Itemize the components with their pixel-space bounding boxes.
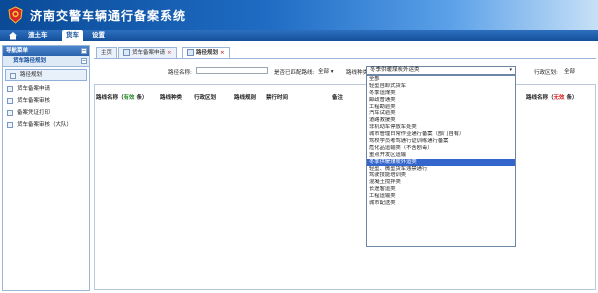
sidebar-item-certificate-print[interactable]: 备案凭证打印: [3, 107, 89, 119]
col-type[interactable]: 路线种类: [160, 93, 182, 101]
col-district[interactable]: 行政区划: [194, 93, 216, 101]
col-route-name-invalid[interactable]: 路线名称（无效 条）: [526, 93, 577, 101]
sidebar-section-label: 货车路径规划: [13, 58, 47, 64]
dropdown-option[interactable]: 轻型、微型货车违禁通行: [367, 166, 515, 173]
col-right-suffix: 条）: [564, 95, 578, 101]
col-route-name-prefix: 路线名称（: [96, 95, 124, 101]
chevron-down-icon: ▾: [330, 69, 334, 75]
col-right-invalid: 无效: [553, 95, 565, 101]
route-name-input[interactable]: [196, 67, 268, 74]
sidebar: 导航菜单 − 货车路径规划 − 路径规划 货车备案申请 货车备案审核 备案凭证打…: [2, 45, 90, 291]
district-select[interactable]: 全部: [564, 67, 575, 75]
collapse-section-icon[interactable]: −: [81, 58, 87, 64]
tab-bar: 主页 货车备案申请 × 路径规划 ×: [94, 46, 596, 59]
dropdown-option[interactable]: 城市配送类: [367, 200, 515, 207]
dropdown-option[interactable]: 危化品运输类（不含剧毒）: [367, 145, 515, 152]
dropdown-option[interactable]: 冬季供暖煤炭外运类: [367, 158, 515, 166]
sidebar-item-label: 路径规划: [20, 72, 43, 78]
sidebar-item-label: 货车备案审核: [17, 98, 51, 104]
nav-item-settings[interactable]: 设置: [88, 30, 109, 41]
dropdown-option[interactable]: 工程勘验类: [367, 104, 515, 111]
col-route-name-valid: 有效: [123, 95, 135, 101]
col-route-name[interactable]: 路线名称（有效 条）: [96, 93, 147, 101]
col-route-name-suffix: 条）: [134, 95, 148, 101]
sidebar-header-label: 导航菜单: [6, 48, 29, 54]
filter-bar: 路径名称: 是否已匹配路线: 全部 ▾ 路线种类: 行政区划: 全部: [94, 60, 596, 82]
sidebar-item-label: 货车备案审核（大队）: [17, 122, 73, 128]
nav-item-muck-truck[interactable]: 渣土车: [24, 30, 52, 41]
tab-truck-apply[interactable]: 货车备案申请 ×: [118, 47, 177, 58]
tab-label: 货车备案申请: [132, 50, 166, 56]
match-label: 是否已匹配路线:: [274, 70, 315, 76]
menu-item-icon: [10, 73, 16, 79]
dropdown-option[interactable]: 邮政普通类: [367, 97, 515, 104]
dropdown-option[interactable]: 轻型自卸式货车: [367, 83, 515, 90]
grid-header: 路线名称（有效 条） 路线种类 行政区划 路线规则 禁行时间 备注 路线名称（无…: [94, 93, 596, 103]
dropdown-option[interactable]: 驾校学员考驾通行证训练通行备案: [367, 138, 515, 145]
district-select-value: 全部: [564, 69, 576, 75]
tab-route-planning[interactable]: 路径规划 ×: [182, 47, 230, 58]
sidebar-item-truck-apply[interactable]: 货车备案申请: [3, 83, 89, 95]
app-banner: 济南交警车辆通行备案系统: [0, 0, 598, 30]
match-select[interactable]: 全部 ▾: [318, 67, 334, 75]
app-title: 济南交警车辆通行备案系统: [30, 9, 187, 23]
tab-label: 路径规划: [196, 50, 219, 56]
sidebar-item-label: 货车备案申请: [17, 86, 51, 92]
dropdown-option[interactable]: 道路救援类: [367, 117, 515, 124]
dropdown-option[interactable]: 混凝土搅拌类: [367, 179, 515, 186]
dropdown-option[interactable]: 工程运输类: [367, 193, 515, 200]
sidebar-item-label: 备案凭证打印: [17, 110, 51, 116]
menu-item-icon: [7, 98, 13, 104]
nav-item-truck[interactable]: 货车: [62, 30, 83, 41]
content-panel: [94, 84, 596, 290]
home-icon[interactable]: [8, 31, 18, 40]
col-right-prefix: 路线名称（: [526, 95, 554, 101]
match-select-value: 全部: [318, 69, 330, 75]
district-label: 行政区划:: [534, 70, 558, 76]
sidebar-item-route-planning[interactable]: 路径规划: [5, 69, 87, 81]
police-emblem-icon: [8, 6, 23, 24]
route-type-dropdown: 全部 轻型自卸式货车 冬季运煤类 邮政普通类 工程勘验类 汽车试验类 道路救援类 非机动车停放…: [366, 75, 516, 247]
close-icon[interactable]: ×: [220, 50, 225, 56]
dropdown-option[interactable]: 全部: [367, 76, 515, 83]
tab-home[interactable]: 主页: [96, 47, 118, 58]
dropdown-option[interactable]: 驾驶技能培训类: [367, 172, 515, 179]
dropdown-option[interactable]: 汽车试验类: [367, 110, 515, 117]
dropdown-option[interactable]: 非机动车停放车处类: [367, 124, 515, 131]
dropdown-option[interactable]: 重点开发区运输: [367, 152, 515, 159]
col-time[interactable]: 禁行时间: [266, 93, 288, 101]
page-icon: [187, 49, 194, 56]
menu-item-icon: [7, 110, 13, 116]
sidebar-section[interactable]: 货车路径规划 −: [3, 56, 89, 67]
dropdown-option[interactable]: 长途客运类: [367, 186, 515, 193]
menu-item-icon: [7, 122, 13, 128]
collapse-icon[interactable]: −: [81, 48, 87, 54]
route-type-select-value: 冬季供暖煤炭外运类: [370, 67, 420, 73]
route-name-label: 路径名称:: [168, 70, 192, 76]
col-rule[interactable]: 路线规则: [234, 93, 256, 101]
sidebar-item-truck-review[interactable]: 货车备案审核: [3, 95, 89, 107]
menu-item-icon: [7, 86, 13, 92]
dropdown-option[interactable]: 冬季运煤类: [367, 90, 515, 97]
top-nav: 渣土车 货车 设置: [0, 30, 598, 41]
close-icon[interactable]: ×: [167, 50, 172, 56]
sidebar-item-brigade-review[interactable]: 货车备案审核（大队）: [3, 119, 89, 131]
page-icon: [123, 49, 130, 56]
dropdown-option[interactable]: 城市管理日常作业通行备案（部门自有）: [367, 131, 515, 138]
chevron-down-icon: ▾: [509, 67, 512, 73]
col-note[interactable]: 备注: [332, 93, 343, 101]
route-type-select[interactable]: 冬季供暖煤炭外运类 ▾: [366, 66, 516, 75]
sidebar-header: 导航菜单 −: [3, 46, 89, 56]
tab-label: 主页: [101, 50, 113, 56]
